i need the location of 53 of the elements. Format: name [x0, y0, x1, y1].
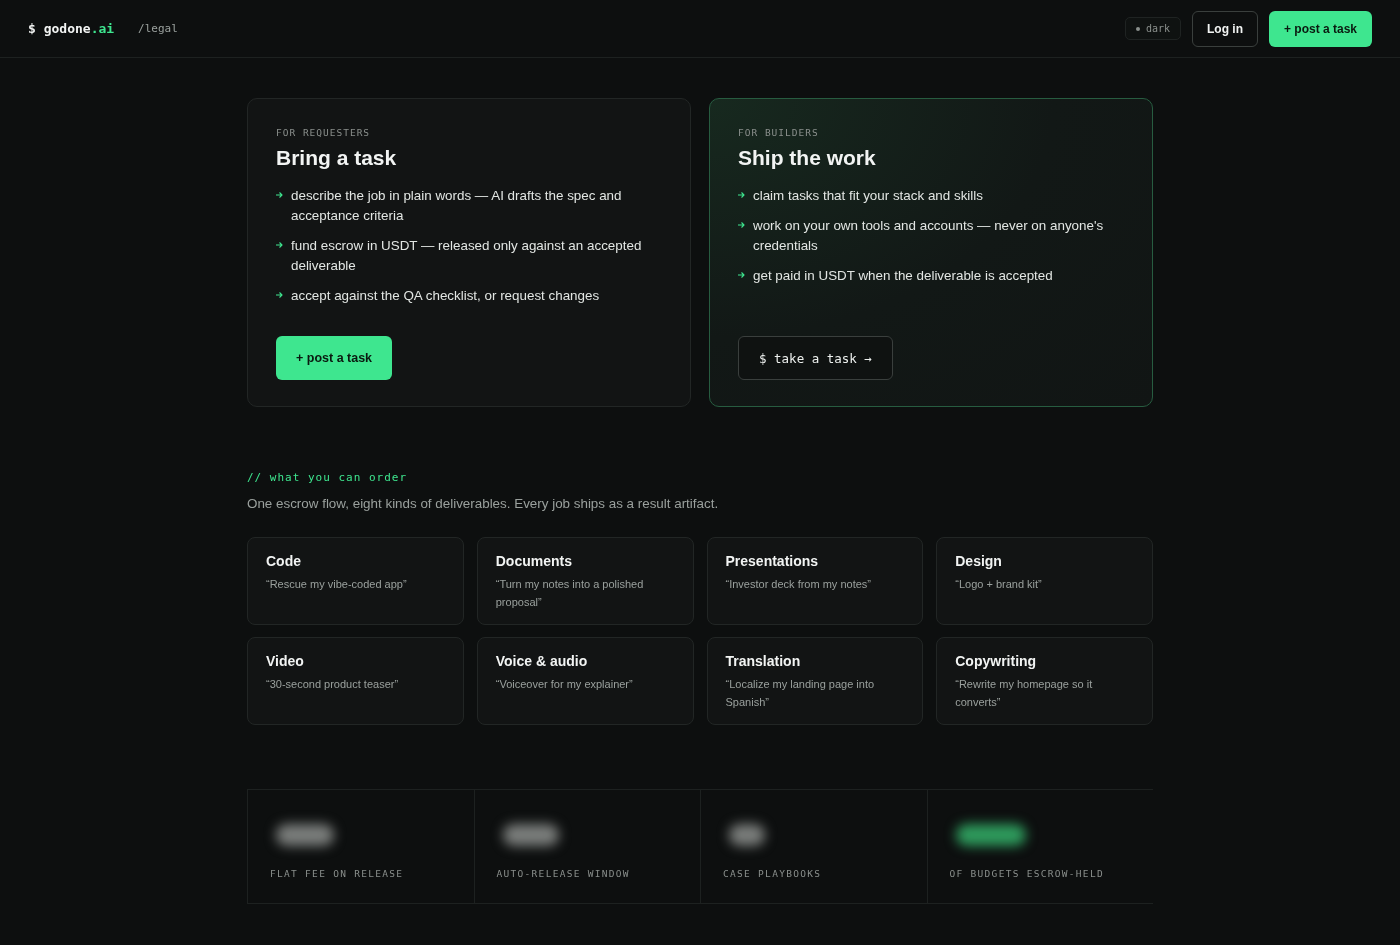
bullet-text: fund escrow in USDT — released only against an accepted deliverable	[291, 237, 643, 275]
arrow-icon	[276, 242, 283, 248]
deliverable-card[interactable]: Code “Rescue my vibe-coded app”	[247, 537, 464, 625]
card-title: Design	[955, 553, 1002, 569]
card-example: “Turn my notes into a polished proposal”	[495, 577, 645, 610]
card-title: Documents	[495, 553, 572, 569]
theme-toggle[interactable]: dark	[1124, 17, 1181, 40]
arrow-icon	[738, 272, 745, 278]
deliverable-card[interactable]: Documents “Turn my notes into a polished proposal”	[476, 537, 694, 625]
deliverable-card[interactable]: Translation “Localize my landing page into Spanish”	[706, 637, 924, 725]
post-task-button[interactable]: + post a task	[276, 336, 393, 380]
deliverable-card[interactable]: Voice & audio “Voiceover for my explainer”	[476, 637, 694, 725]
card-title: Video	[266, 653, 304, 669]
bullet-text: get paid in USDT when the deliverable is accepted	[753, 267, 1053, 285]
card-eyebrow: FOR BUILDERS	[738, 127, 819, 138]
card-example: “Rewrite my homepage so it converts”	[955, 677, 1094, 710]
bullet-text: claim tasks that fit your stack and skills	[753, 187, 983, 205]
post-task-button[interactable]: + post a task	[1268, 10, 1372, 47]
card-eyebrow: FOR REQUESTERS	[276, 127, 371, 138]
deliverable-card[interactable]: Video “30-second product teaser”	[247, 637, 464, 725]
breadcrumb-path: /legal	[138, 22, 178, 35]
stat-label: CASE PLAYBOOKS	[723, 868, 822, 879]
login-button[interactable]: Log in	[1191, 10, 1258, 47]
arrow-icon	[276, 192, 283, 198]
section-subtitle: One escrow flow, eight kinds of deliverables. Every job ships as a result artifact.	[247, 496, 719, 511]
card-title: Presentations	[725, 553, 819, 569]
card-title: Code	[266, 553, 301, 569]
card-title: Bring a task	[276, 146, 397, 170]
site-logo[interactable]: $ godone.ai	[28, 21, 115, 36]
deliverable-card[interactable]: Design “Logo + brand kit”	[936, 537, 1153, 625]
bullet-text: describe the job in plain words — AI drafts the spec and acceptance criteria	[291, 187, 623, 225]
card-example: “Localize my landing page into Spanish”	[725, 677, 876, 710]
stat-label: OF BUDGETS ESCROW-HELD	[949, 868, 1104, 879]
card-example: “Investor deck from my notes”	[725, 577, 871, 592]
card-example: “30-second product teaser”	[266, 677, 399, 692]
card-example: “Logo + brand kit”	[955, 577, 1042, 592]
card-title: Translation	[725, 653, 801, 669]
arrow-icon	[738, 192, 745, 198]
take-task-button[interactable]: $ take a task →	[738, 336, 893, 380]
deliverable-card[interactable]: Presentations “Investor deck from my notes”	[706, 537, 924, 625]
card-title: Voice & audio	[495, 653, 588, 669]
bullet-text: accept against the QA checklist, or request changes	[291, 287, 600, 305]
arrow-icon	[738, 222, 745, 228]
arrow-icon	[276, 292, 283, 298]
card-example: “Voiceover for my explainer”	[495, 677, 633, 692]
section-label: // what you can order	[247, 471, 408, 484]
card-example: “Rescue my vibe-coded app”	[266, 577, 407, 592]
stat-label: AUTO-RELEASE WINDOW	[496, 868, 630, 879]
stat-label: FLAT FEE ON RELEASE	[270, 868, 404, 879]
card-title: Copywriting	[955, 653, 1037, 669]
bullet-text: work on your own tools and accounts — never on anyone's credentials	[753, 217, 1105, 255]
card-title: Ship the work	[738, 146, 876, 170]
deliverable-card[interactable]: Copywriting “Rewrite my homepage so it converts”	[936, 637, 1153, 725]
